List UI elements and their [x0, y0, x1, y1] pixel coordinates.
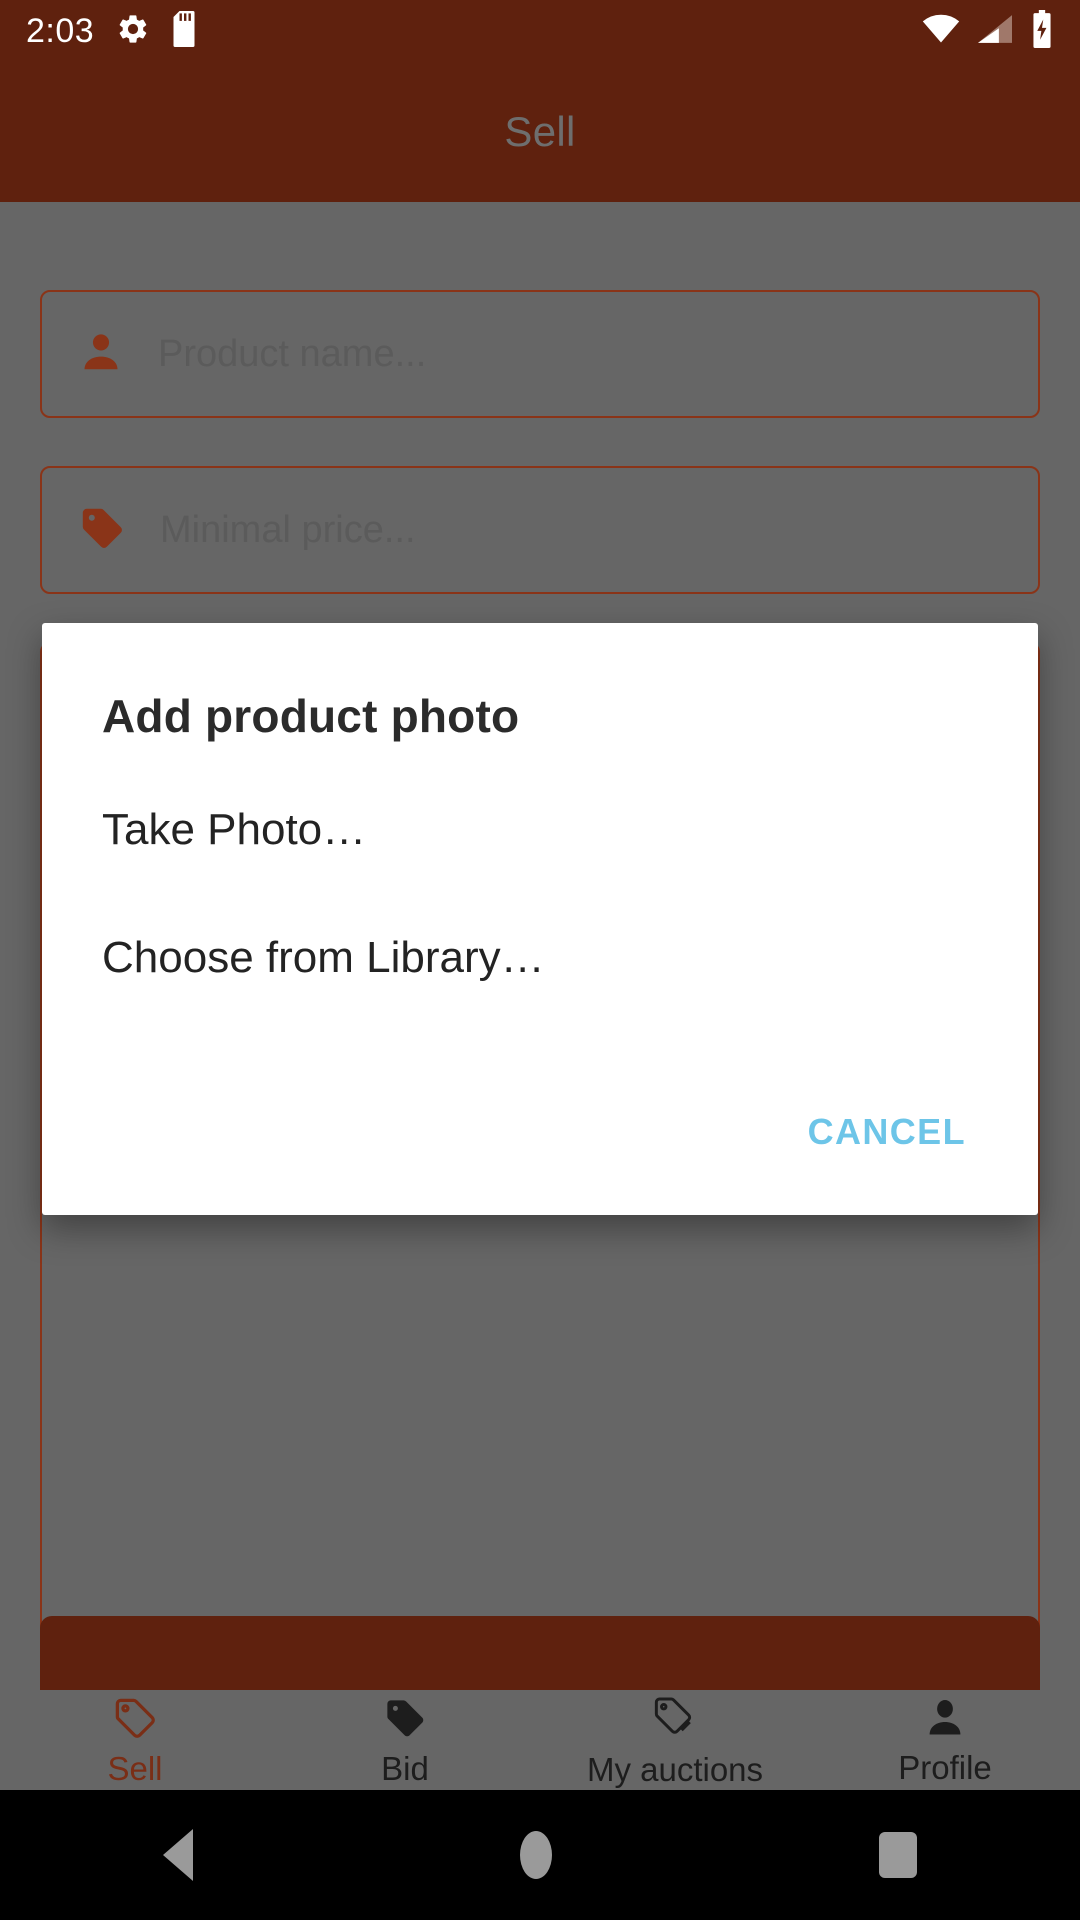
add-product-photo-dialog: Add product photo Take Photo… Choose fro… — [42, 623, 1038, 1215]
minimal-price-field[interactable]: Minimal price... — [40, 466, 1040, 594]
page-title: Sell — [504, 108, 576, 155]
recents-square-icon[interactable] — [878, 1832, 917, 1878]
dialog-option-take-photo[interactable]: Take Photo… — [102, 805, 978, 855]
nav-label-bid: Bid — [381, 1750, 429, 1787]
status-bar-left: 2:03 — [26, 10, 202, 52]
status-bar: 2:03 — [0, 0, 1080, 62]
person-filled-icon — [923, 1696, 967, 1745]
battery-charging-icon — [1030, 9, 1054, 53]
tag-filled-icon — [382, 1695, 428, 1746]
back-triangle-icon[interactable] — [163, 1829, 194, 1881]
android-navigation-bar — [0, 1790, 1080, 1920]
nav-label-sell: Sell — [107, 1750, 163, 1787]
product-name-field[interactable]: Product name... — [40, 290, 1040, 418]
price-tag-icon — [78, 504, 126, 557]
product-name-placeholder: Product name... — [158, 332, 427, 375]
cancel-button[interactable]: CANCEL — [794, 1101, 980, 1163]
status-bar-clock: 2:03 — [26, 12, 95, 50]
dialog-title: Add product photo — [102, 690, 520, 742]
dialog-option-choose-library[interactable]: Choose from Library… — [102, 933, 978, 983]
nav-item-sell[interactable]: Sell — [0, 1690, 270, 1790]
nav-item-bid[interactable]: Bid — [270, 1690, 540, 1790]
sd-card-icon — [172, 10, 202, 52]
bottom-navigation: Sell Bid My auctions Profile — [0, 1690, 1080, 1790]
settings-gear-icon — [116, 12, 150, 51]
nav-item-my-auctions[interactable]: My auctions — [540, 1690, 810, 1790]
person-icon — [78, 329, 124, 380]
dialog-actions: CANCEL — [794, 1101, 980, 1163]
wifi-icon — [922, 14, 960, 49]
minimal-price-placeholder: Minimal price... — [160, 508, 416, 551]
nav-item-profile[interactable]: Profile — [810, 1690, 1080, 1790]
app-bar: Sell — [0, 62, 1080, 202]
nav-label-my-auctions: My auctions — [586, 1751, 764, 1788]
phone-screen: 2:03 Sell Product name... Minimal price.… — [0, 0, 1080, 1920]
submit-button[interactable] — [40, 1616, 1040, 1690]
status-bar-right — [922, 9, 1054, 53]
tag-outline-icon — [112, 1695, 158, 1746]
nav-label-profile: Profile — [898, 1749, 992, 1786]
cellular-signal-icon — [978, 14, 1012, 49]
home-circle-icon[interactable] — [519, 1831, 552, 1879]
double-tag-outline-icon — [651, 1694, 699, 1747]
